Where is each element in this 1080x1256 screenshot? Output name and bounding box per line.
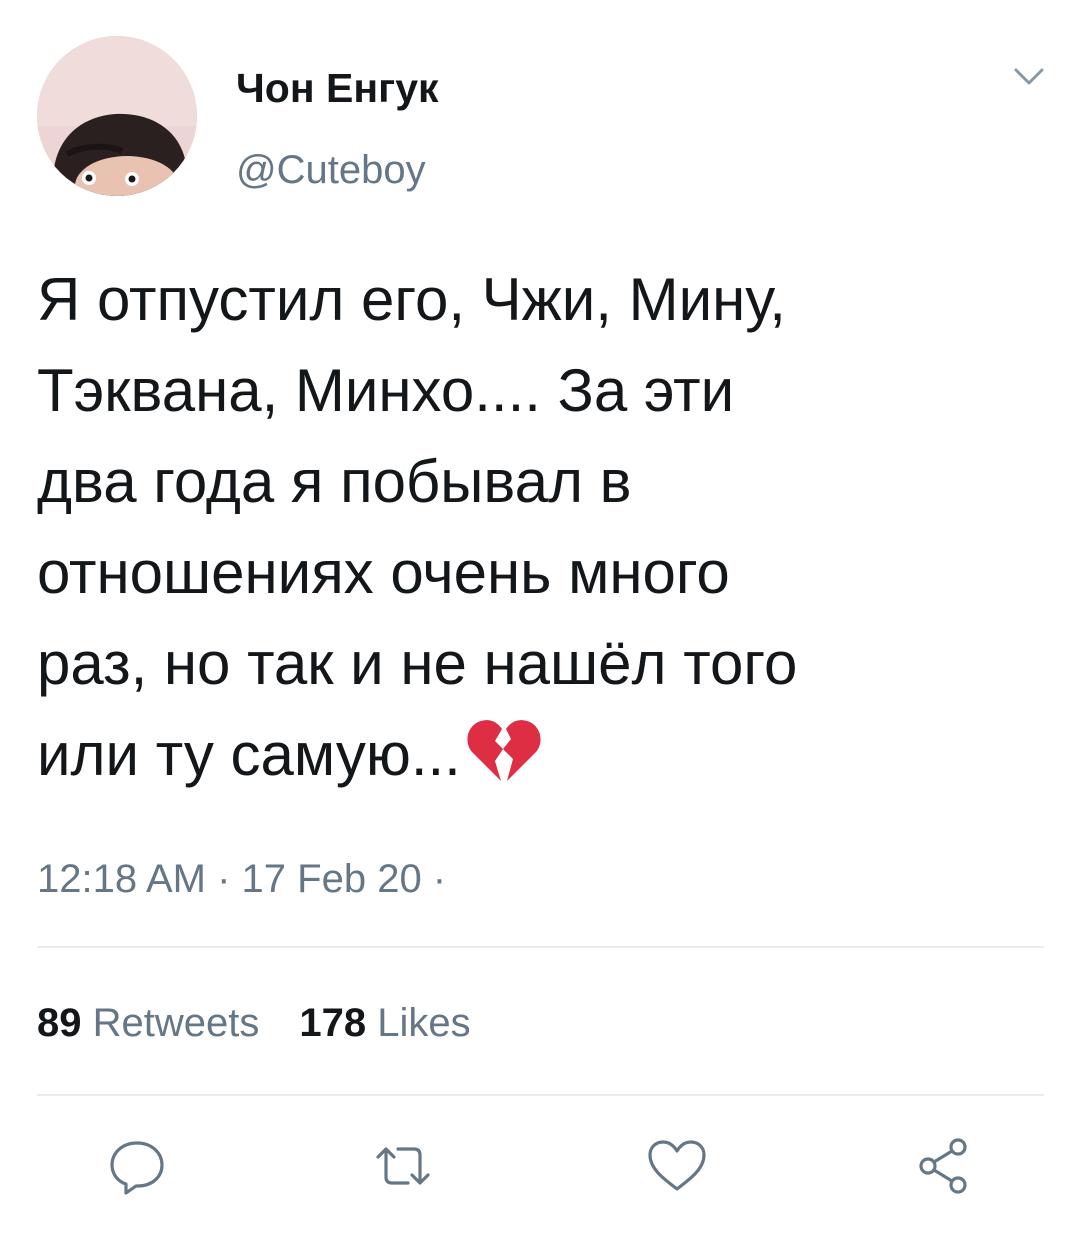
tweet-line: или ту самую... (37, 721, 461, 788)
tweet-timestamp[interactable]: 12:18 AM · 17 Feb 20 · (37, 854, 446, 904)
chevron-down-icon[interactable] (1011, 64, 1047, 90)
retweets-count: 89 (37, 1001, 82, 1045)
retweets-label: Retweets (92, 1001, 260, 1045)
retweet-icon[interactable] (370, 1133, 436, 1199)
retweets-stat[interactable]: 89 Retweets (37, 998, 259, 1048)
tweet-line: Тэквана, Минхо.... За эти (37, 357, 735, 424)
heart-icon[interactable] (644, 1133, 710, 1199)
tweet-text: Я отпустил его, Чжи, Мину, Тэквана, Минх… (37, 254, 1047, 800)
tweet-line: отношениях очень много (37, 539, 730, 606)
broken-heart-icon (465, 715, 543, 785)
tweet-line: Я отпустил его, Чжи, Мину, (37, 266, 786, 333)
tweet-stats: 89 Retweets 178 Likes (37, 998, 471, 1048)
likes-count: 178 (299, 1001, 367, 1045)
share-icon[interactable] (910, 1133, 976, 1199)
user-handle[interactable]: @Cuteboy (236, 146, 426, 194)
avatar[interactable] (37, 36, 197, 196)
tweet-line: раз, но так и не нашёл того (37, 630, 798, 697)
tweet-line: два года я побывал в (37, 448, 632, 515)
divider (37, 1094, 1044, 1096)
display-name[interactable]: Чон Енгук (236, 64, 439, 112)
avatar-photo (37, 36, 197, 196)
reply-icon[interactable] (104, 1133, 170, 1199)
divider (37, 946, 1044, 948)
tweet-last-line-wrap: или ту самую... (37, 709, 1047, 800)
bottom-divider (0, 1244, 1080, 1256)
likes-stat[interactable]: 178 Likes (299, 998, 470, 1048)
likes-label: Likes (377, 1001, 471, 1045)
